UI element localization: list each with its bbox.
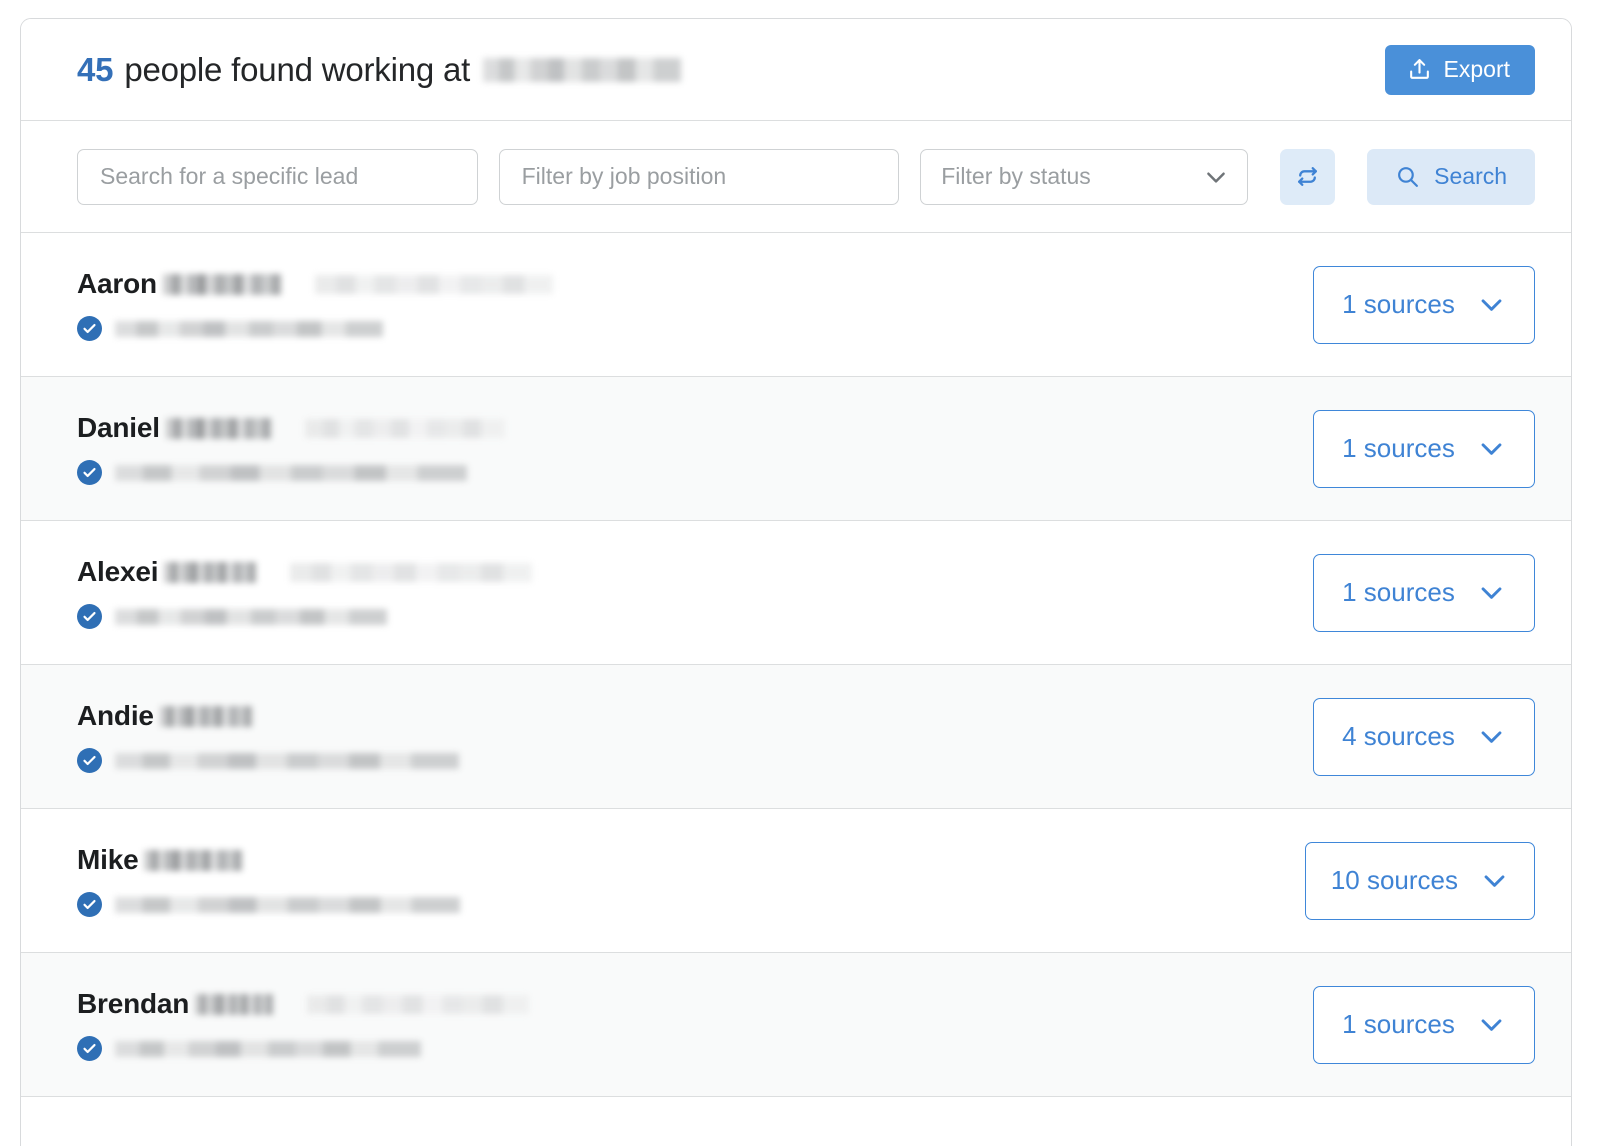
search-icon (1395, 164, 1420, 189)
lead-email-redacted (115, 464, 467, 481)
leads-card: 45 people found working at Export Search… (20, 18, 1572, 1146)
job-position-field[interactable] (498, 148, 900, 205)
lead-row[interactable] (21, 1097, 1571, 1121)
lead-first-name: Daniel (77, 412, 160, 443)
lead-info: Andie (77, 700, 459, 773)
lead-first-name: Brendan (77, 988, 190, 1019)
lead-last-name-redacted (165, 417, 271, 439)
lead-job-title-redacted (314, 274, 553, 294)
chevron-down-icon (1477, 290, 1506, 319)
refresh-button[interactable] (1279, 148, 1336, 205)
lead-first-name: Alexei (77, 556, 159, 587)
lead-email-line (77, 748, 459, 773)
sources-toggle-button[interactable]: 1 sources (1313, 265, 1535, 344)
refresh-icon (1295, 164, 1320, 189)
sources-count-label: 1 sources (1342, 1009, 1455, 1039)
lead-row[interactable]: Andie 4 sources (21, 665, 1571, 809)
chevron-down-icon (1480, 866, 1509, 895)
job-position-input[interactable] (519, 162, 879, 191)
chevron-down-icon (1477, 434, 1506, 463)
people-count: 45 (77, 50, 114, 88)
sources-toggle-button[interactable]: 1 sources (1313, 553, 1535, 632)
sources-toggle-button[interactable]: 10 sources (1304, 841, 1535, 920)
lead-name-line: Mike (77, 844, 460, 876)
lead-first-name: Mike (77, 844, 139, 875)
lead-email-redacted (115, 608, 387, 625)
status-filter-select[interactable]: Filter by status (920, 148, 1248, 205)
lead-search-field[interactable] (77, 148, 478, 205)
lead-last-name-redacted (162, 273, 281, 295)
company-name-redacted (483, 57, 682, 82)
lead-info: Mike (77, 844, 460, 917)
search-button[interactable]: Search (1367, 148, 1536, 205)
lead-name-line: Brendan (77, 988, 530, 1020)
lead-last-name-redacted (195, 993, 274, 1015)
check-circle-icon (77, 316, 102, 341)
lead-name-line: Aaron (77, 268, 553, 300)
check-circle-icon (77, 1036, 102, 1061)
lead-email-redacted (115, 1040, 421, 1057)
lead-name-line: Daniel (77, 412, 505, 444)
sources-count-label: 1 sources (1342, 289, 1455, 319)
page-title-text: people found working at (124, 50, 471, 88)
sources-count-label: 1 sources (1342, 433, 1455, 463)
sources-count-label: 4 sources (1342, 721, 1455, 751)
check-circle-icon (77, 748, 102, 773)
lead-row[interactable]: Mike 10 sources (21, 809, 1571, 953)
lead-row[interactable]: Daniel 1 sources (21, 377, 1571, 521)
filter-bar: Filter by status (21, 121, 1571, 233)
status-filter-value: Filter by status (941, 163, 1091, 189)
lead-email-line (77, 892, 460, 917)
upload-icon (1407, 57, 1432, 82)
check-circle-icon (77, 460, 102, 485)
lead-last-name-redacted (164, 561, 257, 583)
check-circle-icon (77, 604, 102, 629)
lead-email-redacted (115, 896, 460, 913)
page-title: 45 people found working at (77, 50, 682, 89)
chevron-down-icon (1477, 578, 1506, 607)
lead-info: Aaron (77, 268, 553, 341)
sources-toggle-button[interactable]: 1 sources (1313, 985, 1535, 1064)
card-header: 45 people found working at Export (21, 19, 1571, 121)
lead-email-line (77, 1036, 529, 1061)
leads-search-page: 45 people found working at Export Search… (0, 0, 1600, 1146)
lead-job-title-redacted (307, 994, 530, 1014)
lead-info: Brendan (77, 988, 530, 1061)
chevron-down-icon (1203, 164, 1229, 190)
search-button-label: Search (1434, 163, 1508, 189)
lead-name-line: Alexei (77, 556, 533, 588)
lead-info: Daniel (77, 412, 505, 485)
check-circle-icon (77, 892, 102, 917)
lead-email-redacted (115, 752, 459, 769)
export-button[interactable]: Export (1384, 44, 1535, 95)
lead-job-title-redacted (290, 562, 533, 582)
lead-first-name: Andie (77, 700, 154, 731)
search-input[interactable] (98, 162, 457, 191)
sources-count-label: 1 sources (1342, 577, 1455, 607)
lead-name-line: Andie (77, 700, 459, 732)
lead-email-line (77, 604, 532, 629)
lead-row[interactable]: Alexei 1 sources (21, 521, 1571, 665)
lead-email-line (77, 316, 553, 341)
sources-toggle-button[interactable]: 4 sources (1313, 697, 1535, 776)
sources-count-label: 10 sources (1330, 865, 1458, 895)
lead-email-redacted (115, 320, 383, 337)
lead-first-name: Aaron (77, 268, 157, 299)
lead-job-title-redacted (304, 418, 505, 438)
lead-last-name-redacted (144, 849, 243, 871)
lead-row[interactable]: Brendan 1 sources (21, 953, 1571, 1097)
chevron-down-icon (1477, 722, 1506, 751)
lead-last-name-redacted (159, 705, 252, 727)
lead-email-line (77, 460, 505, 485)
lead-row[interactable]: Aaron 1 sources (21, 233, 1571, 377)
export-button-label: Export (1443, 56, 1510, 82)
leads-list: Aaron 1 sources Daniel 1 sources Alexei 1 sou… (21, 233, 1571, 1121)
sources-toggle-button[interactable]: 1 sources (1313, 409, 1535, 488)
chevron-down-icon (1477, 1010, 1506, 1039)
lead-info: Alexei (77, 556, 533, 629)
